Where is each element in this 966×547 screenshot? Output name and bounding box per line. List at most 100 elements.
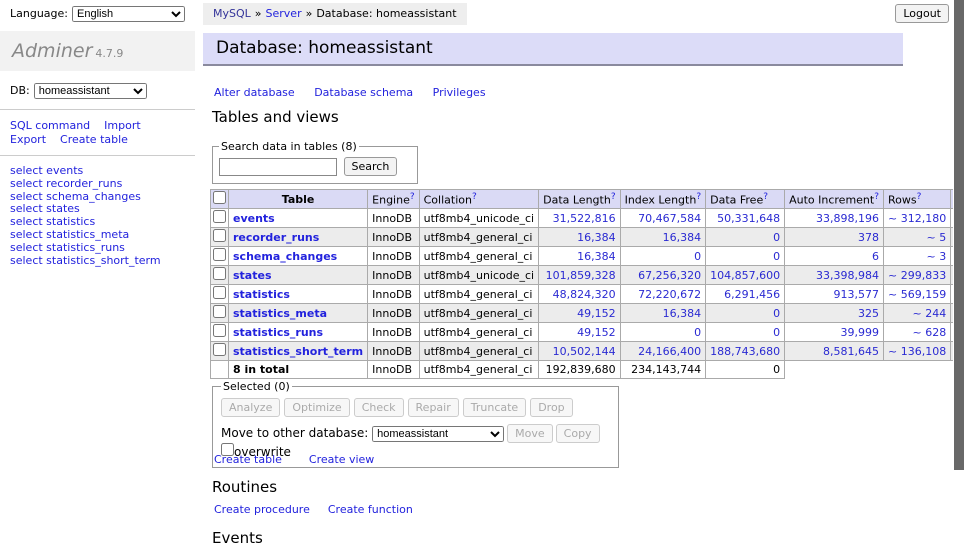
- cell-auto-increment: 913,577: [785, 285, 884, 304]
- cell-data-length: 101,859,328: [539, 266, 620, 285]
- sidebar-item-select-events[interactable]: select events: [10, 165, 195, 178]
- table-link-events[interactable]: events: [233, 212, 275, 225]
- help-icon[interactable]: ?: [611, 192, 616, 202]
- cell-auto-increment: 33,398,984: [785, 266, 884, 285]
- table-row: recorder_runs InnoDB utf8mb4_general_ci …: [211, 228, 966, 247]
- table-link-schema-changes[interactable]: schema_changes: [233, 250, 337, 263]
- cell-engine: InnoDB: [368, 247, 419, 266]
- adminer-version: 4.7.9: [95, 47, 123, 60]
- cell-data-length: 48,824,320: [539, 285, 620, 304]
- create-view-link[interactable]: Create view: [309, 453, 374, 466]
- search-fieldset: Search data in tables (8) Search: [212, 140, 418, 184]
- drop-button[interactable]: Drop: [530, 398, 572, 417]
- row-checkbox[interactable]: [213, 286, 226, 299]
- create-procedure-link[interactable]: Create procedure: [214, 503, 310, 516]
- table-link-states[interactable]: states: [233, 269, 272, 282]
- row-checkbox[interactable]: [213, 343, 226, 356]
- sidebar: Language:English Adminer4.7.9 DB:homeass…: [0, 0, 195, 267]
- cell-collation: utf8mb4_general_ci: [419, 285, 538, 304]
- cell-engine: InnoDB: [368, 209, 419, 228]
- logout-button[interactable]: Logout: [895, 4, 949, 23]
- sidebar-create-table-link[interactable]: Create table: [60, 133, 128, 146]
- breadcrumb-server-link[interactable]: Server: [266, 7, 302, 20]
- help-icon[interactable]: ?: [917, 192, 922, 202]
- help-icon[interactable]: ?: [472, 192, 477, 202]
- table-link-statistics-short-term[interactable]: statistics_short_term: [233, 345, 363, 358]
- selected-legend: Selected (0): [221, 380, 292, 393]
- breadcrumb-mysql-link[interactable]: MySQL: [213, 7, 251, 20]
- cell-auto-increment: 378: [785, 228, 884, 247]
- cell-index-length: 16,384: [620, 304, 706, 323]
- help-icon[interactable]: ?: [696, 192, 701, 202]
- tables-and-views-heading: Tables and views: [212, 108, 339, 126]
- sidebar-item-select-statistics-short-term[interactable]: select statistics_short_term: [10, 255, 195, 268]
- create-table-link[interactable]: Create table: [214, 453, 282, 466]
- col-header-auto-increment: Auto Increment?: [785, 190, 884, 209]
- check-button[interactable]: Check: [354, 398, 404, 417]
- row-checkbox[interactable]: [213, 210, 226, 223]
- row-checkbox[interactable]: [213, 267, 226, 280]
- cell-index-length: 0: [620, 323, 706, 342]
- cell-collation: utf8mb4_general_ci: [419, 247, 538, 266]
- truncate-button[interactable]: Truncate: [463, 398, 526, 417]
- breadcrumb-separator: »: [255, 7, 262, 20]
- cell-index-length: 24,166,400: [620, 342, 706, 361]
- cell-index-length: 67,256,320: [620, 266, 706, 285]
- cell-engine: InnoDB: [368, 266, 419, 285]
- sidebar-sql-command-link[interactable]: SQL command: [10, 119, 90, 132]
- alter-database-link[interactable]: Alter database: [214, 86, 295, 99]
- sidebar-item-select-recorder-runs[interactable]: select recorder_runs: [10, 178, 195, 191]
- sidebar-item-select-statistics-runs[interactable]: select statistics_runs: [10, 242, 195, 255]
- tables-overview-table: Table Engine? Collation? Data Length? In…: [210, 189, 966, 379]
- row-checkbox[interactable]: [213, 324, 226, 337]
- col-header-engine: Engine?: [368, 190, 419, 209]
- copy-button[interactable]: Copy: [556, 424, 600, 443]
- sidebar-item-select-statistics-meta[interactable]: select statistics_meta: [10, 229, 195, 242]
- scrollbar[interactable]: [953, 0, 966, 543]
- help-icon[interactable]: ?: [874, 192, 879, 202]
- cell-data-length: 49,152: [539, 304, 620, 323]
- cell-rows: ~ 3: [884, 247, 951, 266]
- cell-data-length: 10,502,144: [539, 342, 620, 361]
- privileges-link[interactable]: Privileges: [433, 86, 486, 99]
- row-checkbox[interactable]: [213, 305, 226, 318]
- cell-index-length: 72,220,672: [620, 285, 706, 304]
- create-function-link[interactable]: Create function: [328, 503, 413, 516]
- table-row: statistics_meta InnoDB utf8mb4_general_c…: [211, 304, 966, 323]
- cell-index-length: 0: [620, 247, 706, 266]
- row-checkbox[interactable]: [213, 248, 226, 261]
- table-link-statistics-runs[interactable]: statistics_runs: [233, 326, 323, 339]
- col-header-collation: Collation?: [419, 190, 538, 209]
- search-button[interactable]: Search: [344, 157, 398, 176]
- cell-collation: utf8mb4_general_ci: [419, 304, 538, 323]
- scrollbar-thumb[interactable]: [954, 0, 964, 470]
- table-link-recorder-runs[interactable]: recorder_runs: [233, 231, 319, 244]
- move-button[interactable]: Move: [507, 424, 553, 443]
- optimize-button[interactable]: Optimize: [284, 398, 349, 417]
- database-action-links: Alter database Database schema Privilege…: [214, 86, 502, 99]
- table-link-statistics-meta[interactable]: statistics_meta: [233, 307, 327, 320]
- cell-collation: utf8mb4_general_ci: [419, 323, 538, 342]
- search-input[interactable]: [219, 158, 337, 176]
- language-select[interactable]: English: [72, 6, 185, 22]
- analyze-button[interactable]: Analyze: [221, 398, 280, 417]
- table-row: statistics InnoDB utf8mb4_general_ci 48,…: [211, 285, 966, 304]
- cell-index-length: 70,467,584: [620, 209, 706, 228]
- sidebar-export-link[interactable]: Export: [10, 133, 46, 146]
- table-link-statistics[interactable]: statistics: [233, 288, 290, 301]
- help-icon[interactable]: ?: [410, 192, 415, 202]
- breadcrumb-current: Database: homeassistant: [316, 7, 456, 20]
- cell-rows: ~ 136,108: [884, 342, 951, 361]
- row-checkbox[interactable]: [213, 229, 226, 242]
- database-schema-link[interactable]: Database schema: [314, 86, 413, 99]
- cell-data-free: 188,743,680: [706, 342, 785, 361]
- col-header-index-length: Index Length?: [620, 190, 706, 209]
- repair-button[interactable]: Repair: [408, 398, 459, 417]
- cell-index-length: 16,384: [620, 228, 706, 247]
- select-all-checkbox[interactable]: [213, 191, 226, 204]
- breadcrumb: MySQL»Server»Database: homeassistant: [203, 3, 467, 25]
- move-database-select[interactable]: homeassistant: [372, 426, 504, 442]
- help-icon[interactable]: ?: [763, 192, 768, 202]
- db-select[interactable]: homeassistant: [34, 83, 147, 99]
- sidebar-import-link[interactable]: Import: [104, 119, 141, 132]
